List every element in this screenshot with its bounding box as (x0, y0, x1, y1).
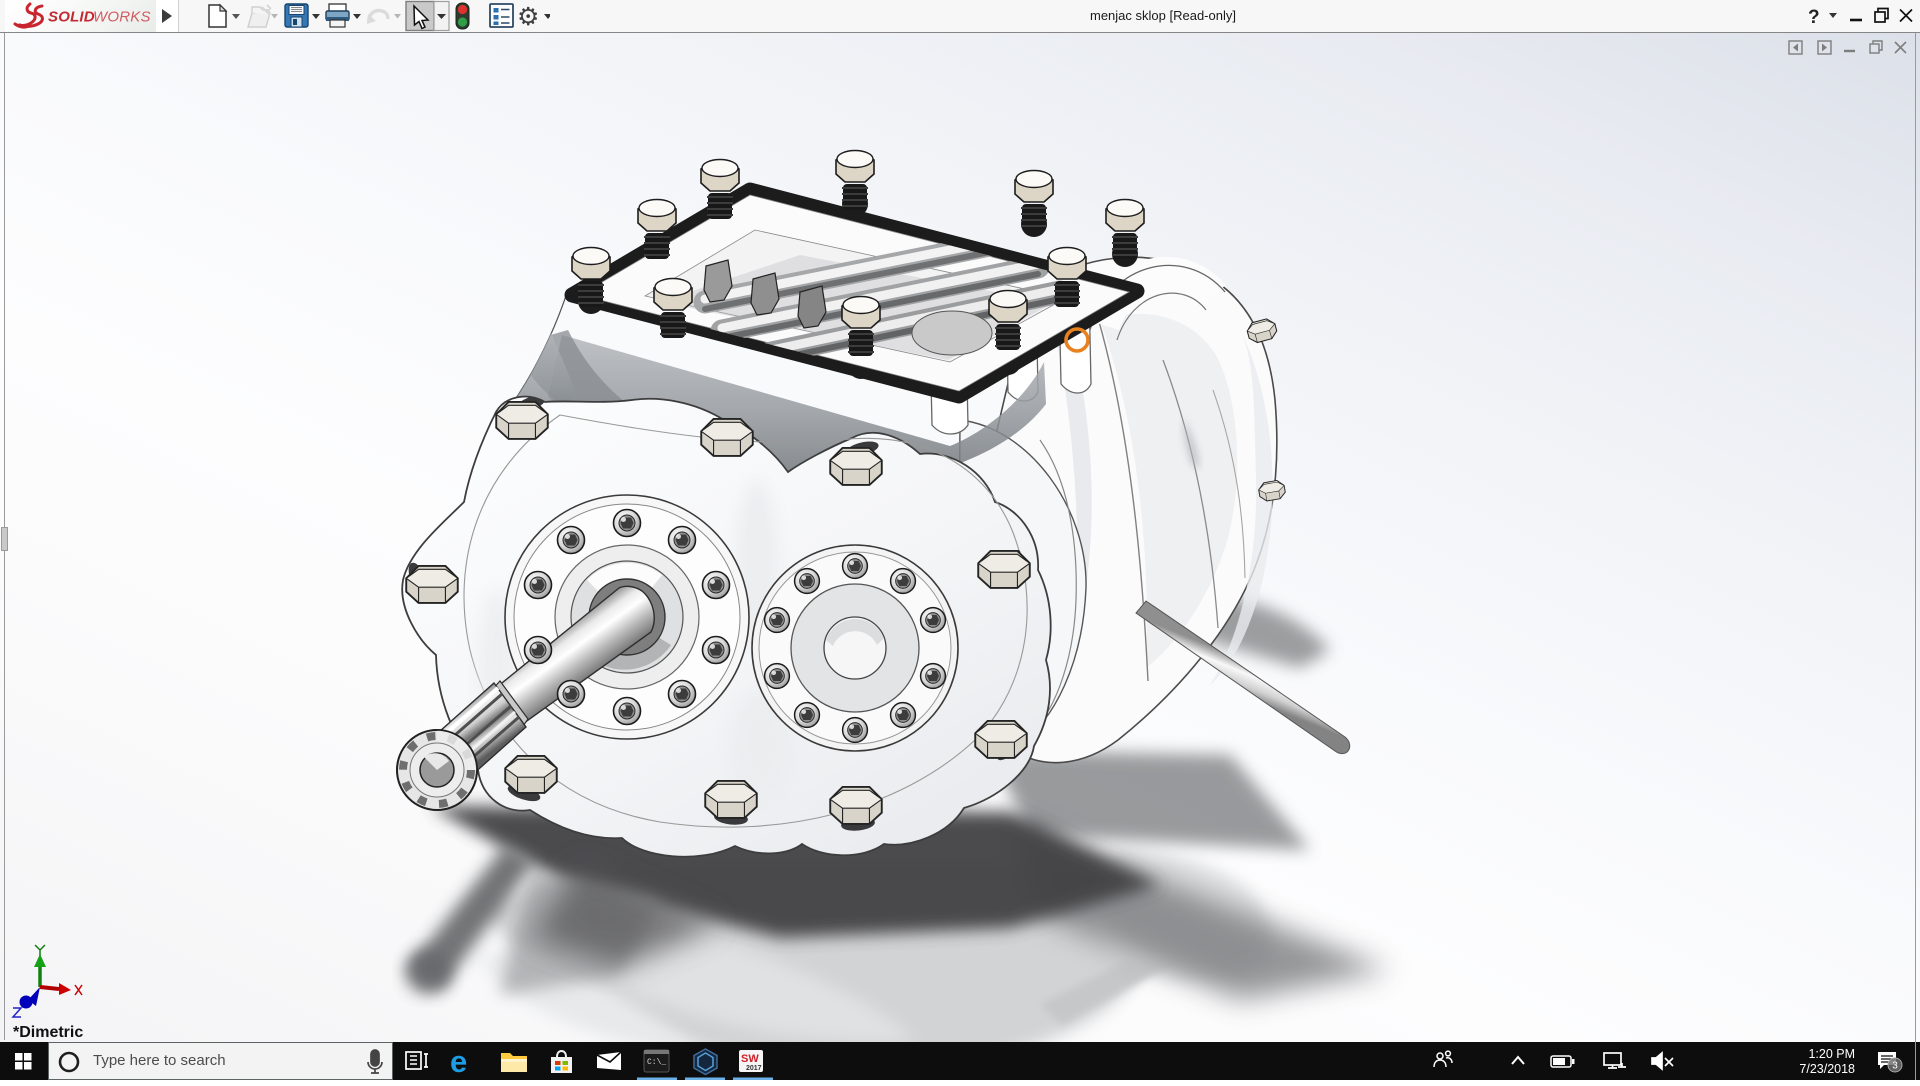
svg-text:⚙: ⚙ (517, 3, 539, 31)
svg-text:C:\_: C:\_ (647, 1058, 666, 1067)
svg-text:7/23/2018: 7/23/2018 (1799, 1062, 1855, 1076)
svg-text:SW: SW (741, 1053, 759, 1065)
svg-text:?: ? (1808, 7, 1820, 28)
svg-text:WORKS: WORKS (93, 9, 151, 26)
svg-text:3: 3 (1892, 1061, 1898, 1072)
svg-text:SOLID: SOLID (48, 9, 95, 26)
svg-text:e: e (450, 1044, 467, 1079)
svg-text:1:20 PM: 1:20 PM (1808, 1047, 1855, 1061)
svg-text:2017: 2017 (746, 1065, 762, 1072)
